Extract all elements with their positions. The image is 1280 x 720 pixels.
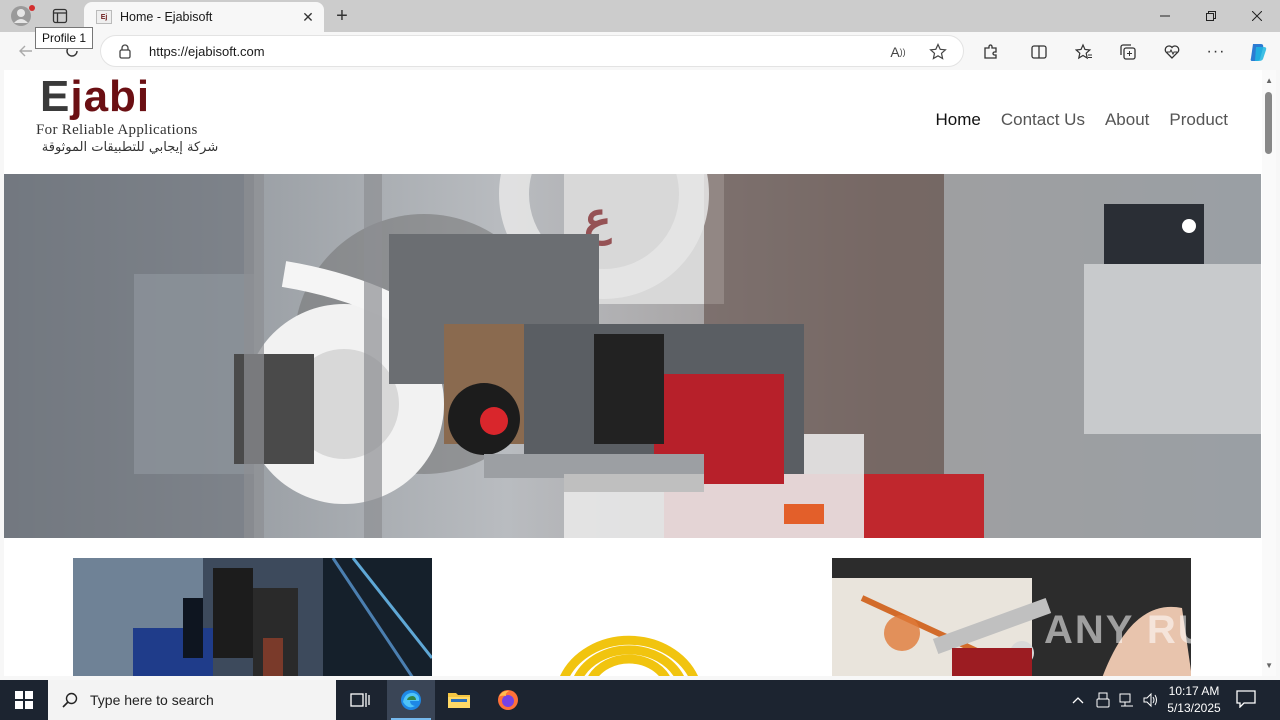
taskbar-file-explorer[interactable] (435, 680, 483, 720)
yellow-arcs-logo-image (454, 558, 813, 676)
firefox-icon (498, 690, 518, 710)
profile-notification-dot (29, 5, 35, 11)
notification-icon (1236, 690, 1256, 709)
taskbar-edge[interactable] (387, 680, 435, 720)
search-icon (62, 692, 78, 708)
product-card-vision[interactable] (73, 558, 432, 676)
anyrun-watermark: ANY RUN (1044, 608, 1240, 652)
collections-button[interactable] (1114, 40, 1142, 64)
scroll-thumb[interactable] (1265, 92, 1272, 154)
restore-icon (1206, 11, 1216, 21)
page-viewport: Ejabi For Reliable Applications شركة إيج… (4, 70, 1276, 676)
site-logo[interactable]: Ejabi For Reliable Applications شركة إيج… (26, 72, 232, 170)
copilot-button[interactable] (1244, 40, 1272, 64)
close-icon (1252, 11, 1262, 21)
task-view-button[interactable] (336, 680, 384, 720)
clock-date: 5/13/2025 (1167, 701, 1221, 715)
address-bar[interactable]: https://ejabisoft.com A)) (100, 35, 964, 67)
restore-button[interactable] (1188, 0, 1234, 32)
collections-icon (1120, 44, 1136, 60)
folder-icon (448, 693, 470, 708)
favorites-star-icon (1075, 43, 1092, 60)
tab-actions-icon (52, 8, 68, 24)
logo-arabic-tagline: شركة إيجابي للتطبيقات الموثوقة (41, 140, 219, 155)
read-aloud-icon[interactable]: A)) (887, 41, 909, 63)
hero-image: ع (4, 174, 1261, 538)
tab-actions-button[interactable] (46, 4, 74, 28)
browser-essentials-button[interactable] (1158, 40, 1186, 64)
nav-about[interactable]: About (1105, 110, 1149, 130)
vision-camera-image (73, 558, 432, 676)
start-button[interactable] (0, 680, 48, 720)
extensions-button[interactable] (977, 40, 1005, 64)
tray-overflow-chevron-icon[interactable] (1068, 690, 1088, 710)
tray-volume-icon[interactable] (1141, 690, 1161, 710)
nav-product[interactable]: Product (1169, 110, 1228, 130)
close-window-button[interactable] (1234, 0, 1280, 32)
tab-title: Home - Ejabisoft (120, 10, 213, 24)
url-text[interactable]: https://ejabisoft.com (149, 44, 265, 59)
back-arrow-icon (19, 45, 32, 57)
tab-close-icon[interactable]: ✕ (300, 9, 316, 25)
site-favicon-icon: Ej (96, 10, 112, 24)
browser-titlebar: Ej Home - Ejabisoft ✕ + (0, 0, 1280, 32)
tab-active[interactable]: Ej Home - Ejabisoft ✕ (84, 2, 324, 32)
task-view-icon (350, 693, 370, 707)
profile-tooltip: Profile 1 (35, 27, 94, 49)
windows-logo-icon (15, 691, 33, 709)
favorite-star-icon[interactable] (927, 41, 949, 63)
lock-icon[interactable] (117, 43, 133, 59)
search-placeholder: Type here to search (90, 692, 214, 708)
puzzle-icon (984, 44, 997, 59)
more-dots-icon: ··· (1206, 43, 1226, 60)
split-screen-button[interactable] (1025, 40, 1053, 64)
product-card-logo[interactable] (454, 558, 813, 676)
split-screen-icon (1031, 45, 1047, 59)
scroll-down-arrow-icon[interactable]: ▼ (1265, 661, 1273, 670)
nav-home[interactable]: Home (936, 110, 981, 130)
taskbar-search-box[interactable]: Type here to search (48, 680, 336, 720)
hero-labeling-machine-image: ع (4, 174, 1261, 538)
taskbar-firefox[interactable] (484, 680, 532, 720)
copilot-icon (1250, 44, 1267, 61)
nav-contact-us[interactable]: Contact Us (1001, 110, 1085, 130)
notification-center-button[interactable] (1236, 690, 1258, 710)
site-header: Ejabi For Reliable Applications شركة إيج… (4, 70, 1262, 174)
star-outline-icon (929, 43, 947, 60)
tray-usb-icon[interactable] (1093, 690, 1113, 710)
page-scrollbar[interactable]: ▲ ▼ (1262, 70, 1276, 676)
minimize-button[interactable] (1142, 0, 1188, 32)
edge-icon (401, 690, 421, 710)
settings-more-button[interactable]: ··· (1202, 40, 1230, 64)
new-tab-button[interactable]: + (330, 4, 354, 28)
logo-wordmark: Ejabi (40, 72, 151, 121)
scroll-up-arrow-icon[interactable]: ▲ (1265, 76, 1273, 85)
windows-taskbar: Type here to search 10:17 AM 5/13/2025 (0, 680, 1280, 720)
favorites-button[interactable] (1070, 40, 1098, 64)
minimize-icon (1160, 15, 1170, 17)
tray-network-icon[interactable] (1117, 690, 1137, 710)
site-nav: Home Contact Us About Product (936, 110, 1228, 130)
heart-pulse-icon (1164, 45, 1180, 59)
taskbar-clock[interactable]: 10:17 AM 5/13/2025 (1160, 683, 1228, 717)
clock-time: 10:17 AM (1168, 684, 1220, 698)
logo-tagline: For Reliable Applications (36, 122, 198, 138)
